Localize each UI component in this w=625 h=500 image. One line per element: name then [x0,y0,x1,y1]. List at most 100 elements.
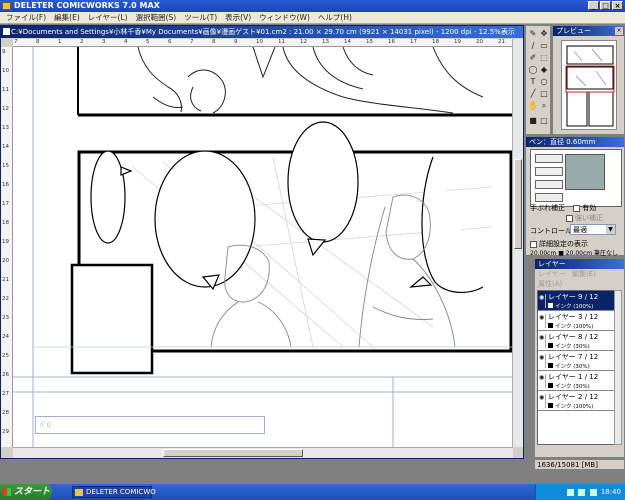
start-label: スタート [14,487,51,497]
eraser-tool-icon[interactable]: ▭ [539,41,549,50]
layer-row[interactable]: ◉ レイヤー 3 / 12 インク (100%) [538,311,614,331]
layer-menu-layer[interactable]: レイヤー [538,270,566,278]
ruler-tick-label: 5 [146,39,150,45]
eye-icon[interactable]: ◉ [539,374,546,388]
horizontal-scroll-thumb[interactable] [163,449,303,457]
taskbar-app-button[interactable]: DELETER COMICWO [72,486,156,498]
menu-layer[interactable]: レイヤー(L) [84,12,132,23]
ruler-tick-label: 13 [322,39,329,45]
hand-tool-icon[interactable]: ✋ [528,101,538,110]
layer-list: ◉ レイヤー 9 / 12 インク (100%) ◉ レイヤー 3 / 12 インク (1… [537,290,615,445]
color-white-icon[interactable]: □ [539,116,549,125]
select-tool-icon[interactable]: ⬚ [539,53,549,62]
brush-tool-icon[interactable]: ∕ [528,41,538,50]
inset-panel [70,263,154,375]
enable-checkbox[interactable] [573,204,581,212]
color-black-icon[interactable]: ■ [528,116,538,125]
menu-tool[interactable]: ツール(T) [180,12,221,23]
ink-color-icon [548,403,553,408]
rect-tool-icon[interactable]: □ [539,89,549,98]
eye-icon[interactable]: ◉ [539,314,546,328]
brush-preset-2[interactable] [535,167,563,176]
strong-checkbox[interactable] [566,214,573,222]
layer-type-text: インク (30%) [555,384,590,390]
menu-help[interactable]: ヘルプ(H) [314,12,356,23]
maximize-app-button[interactable]: □ [600,1,611,10]
document-window: C:¥Documents and Settings¥小林千香¥My Docume… [0,25,524,459]
layer-type-text: インク (100%) [555,304,594,310]
ruler-tick-label: 12 [2,106,9,112]
line-tool-icon[interactable]: ╱ [528,89,538,98]
menu-view[interactable]: 表示(V) [221,12,255,23]
minimize-app-button[interactable]: _ [588,1,599,10]
app-title: DELETER COMICWORKS 7.0 MAX [14,1,160,10]
tray-icon[interactable] [578,488,586,496]
ruler-tick-label: 3 [102,39,106,45]
brush-preset-4[interactable] [535,193,563,202]
detail-checkbox[interactable] [530,240,537,248]
menu-window[interactable]: ウィンドウ(W) [255,12,314,23]
text-tool-icon[interactable]: T [528,77,538,86]
eye-icon[interactable]: ◉ [539,394,546,408]
menu-edit[interactable]: 編集(E) [50,12,84,23]
task-label: DELETER COMICWO [86,488,156,496]
ruler-tick-label: 6 [168,39,172,45]
preview-thumbnail[interactable] [561,40,617,130]
brush-preset-3[interactable] [535,180,563,189]
vertical-scroll-thumb[interactable] [514,159,522,249]
ruler-tick-label: 8 [36,39,40,45]
brush-preset-1[interactable] [535,154,563,163]
close-preview-icon[interactable]: × [615,27,623,35]
ink-color-icon [548,343,553,348]
layer-name: レイヤー 7 / 12 [548,353,599,361]
layer-scrollbar[interactable] [614,290,622,445]
layer-row[interactable]: ◉ レイヤー 8 / 12 インク (30%) [538,331,614,351]
pencil-tool-icon[interactable]: ✐ [528,53,538,62]
control-value: 最適 [573,226,587,234]
pen-tip-preview [565,154,605,190]
ruler-tick-label: 7 [14,39,18,45]
layer-row[interactable]: ◉ レイヤー 7 / 12 インク (30%) [538,351,614,371]
tray-icon[interactable] [589,488,597,496]
ruler-tick-label: 11 [278,39,285,45]
ruler-tick-label: 12 [300,39,307,45]
character-sketch-top [137,47,484,114]
app-task-icon [75,489,83,496]
fill-tool-icon[interactable]: ◆ [539,65,549,74]
balloon-tool-icon[interactable]: ○ [539,77,549,86]
lasso-tool-icon[interactable]: ◯ [528,65,538,74]
ruler-tick-label: 20 [476,39,483,45]
layer-attr[interactable]: 属性(A) [535,279,624,289]
zoom-tool-icon[interactable]: ⌕ [539,101,549,110]
tray-icon[interactable] [567,488,575,496]
ruler-tick-label: 15 [366,39,373,45]
layer-row[interactable]: ◉ レイヤー 2 / 12 インク (100%) [538,391,614,411]
layer-row[interactable]: ◉ レイヤー 1 / 12 インク (30%) [538,371,614,391]
vertical-scrollbar[interactable] [512,39,523,447]
ruler-tick-label: 29 [2,429,9,435]
menu-file[interactable]: ファイル(F) [2,12,50,23]
drawing-canvas[interactable]: ﾊﾟﾛ [13,47,513,447]
menu-selection[interactable]: 選択範囲(S) [132,12,181,23]
page-note-box: ﾊﾟﾛ [35,416,265,434]
layer-menu-row: レイヤー 編集(E) [535,269,624,279]
pen-tool-icon[interactable]: ✎ [528,29,538,38]
close-app-button[interactable]: × [612,1,623,10]
horizontal-scrollbar[interactable] [13,447,513,458]
ink-color-icon [548,303,553,308]
layer-type: インク (30%) [548,342,614,350]
layer-menu-edit[interactable]: 編集(E) [572,270,596,278]
move-tool-icon[interactable]: ✥ [539,29,549,38]
eye-icon[interactable]: ◉ [539,334,546,348]
layer-type: インク (30%) [548,382,614,390]
eye-icon[interactable]: ◉ [539,354,546,368]
ruler-tick-label: 16 [388,39,395,45]
ink-color-icon [548,383,553,388]
layer-row[interactable]: ◉ レイヤー 9 / 12 インク (100%) [538,291,614,311]
eye-icon[interactable]: ◉ [539,294,546,308]
layer-panel: レイヤー レイヤー 編集(E) 属性(A) ◉ レイヤー 9 / 12 インク (1… [534,258,625,458]
ruler-tick-label: 16 [2,182,9,188]
control-select[interactable]: 最適 ▼ [570,224,616,235]
layer-name: レイヤー 1 / 12 [548,373,599,381]
start-button[interactable]: スタート [0,484,52,500]
